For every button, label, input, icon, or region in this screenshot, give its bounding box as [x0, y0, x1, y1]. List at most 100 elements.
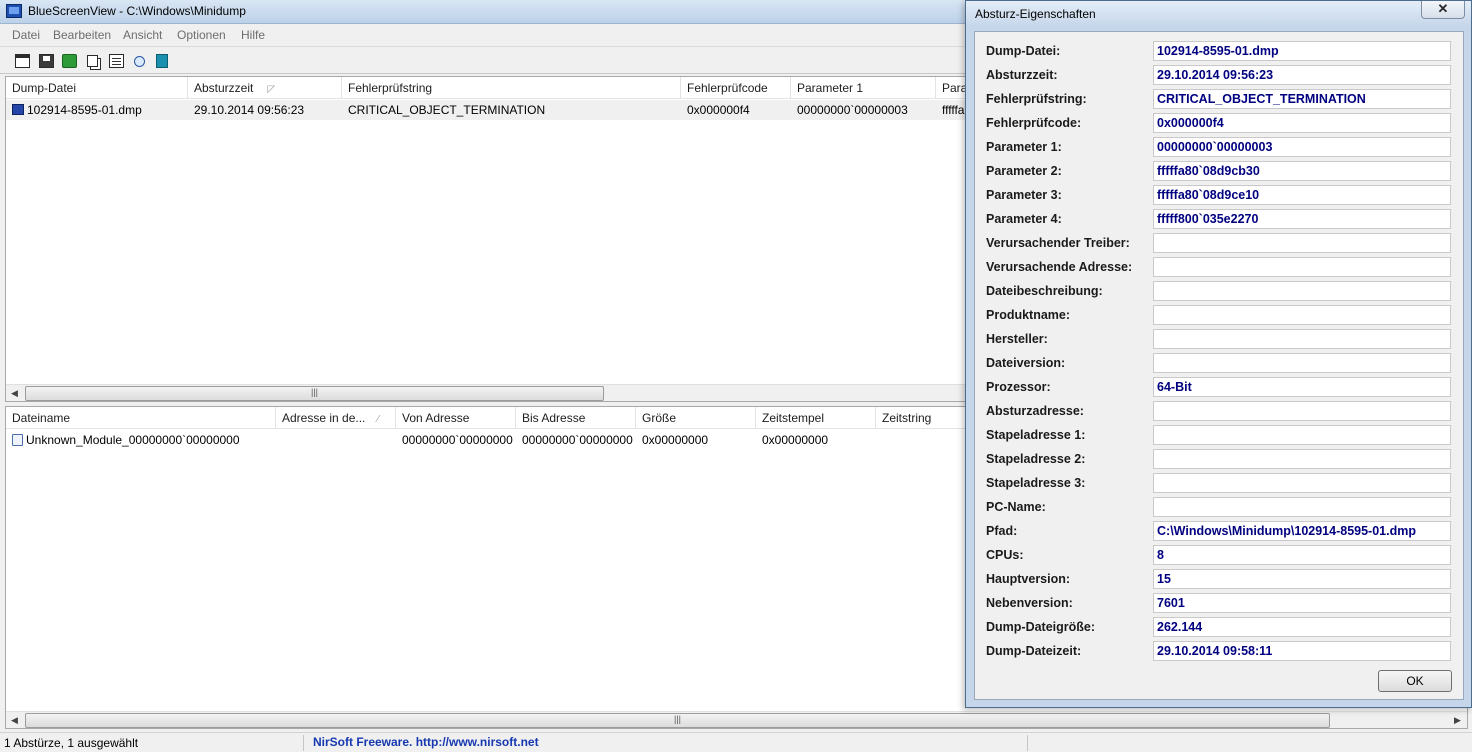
- dialog-titlebar[interactable]: Absturz-Eigenschaften ✕: [966, 1, 1471, 27]
- property-value-field[interactable]: CRITICAL_OBJECT_TERMINATION: [1153, 89, 1451, 109]
- property-row: Fehlerprüfstring: CRITICAL_OBJECT_TERMINA…: [975, 89, 1463, 109]
- cell-crash-time: 29.10.2014 09:56:23: [194, 103, 305, 117]
- property-value-field[interactable]: 102914-8595-01.dmp: [1153, 41, 1451, 61]
- property-value-field[interactable]: [1153, 257, 1451, 277]
- property-value-field[interactable]: C:\Windows\Minidump\102914-8595-01.dmp: [1153, 521, 1451, 541]
- cell-address-in: [276, 430, 396, 450]
- property-label: Parameter 1:: [986, 140, 1062, 154]
- save-button[interactable]: [36, 51, 56, 71]
- property-value-field[interactable]: [1153, 329, 1451, 349]
- status-bar: 1 Abstürze, 1 ausgewählt NirSoft Freewar…: [0, 732, 1472, 752]
- column-label: Adresse in de...: [282, 411, 366, 425]
- property-label: Parameter 4:: [986, 212, 1062, 226]
- property-row: Dump-Dateizeit: 29.10.2014 09:58:11: [975, 641, 1463, 661]
- property-value-field[interactable]: 00000000`00000003: [1153, 137, 1451, 157]
- property-value-field[interactable]: fffffa80`08d9ce10: [1153, 185, 1451, 205]
- ok-button[interactable]: OK: [1378, 670, 1452, 692]
- property-label: PC-Name:: [986, 500, 1046, 514]
- property-row: Dateibeschreibung:: [975, 281, 1463, 301]
- property-value-field[interactable]: [1153, 425, 1451, 445]
- properties-button[interactable]: [106, 51, 126, 71]
- property-row: Stapeladresse 3:: [975, 473, 1463, 493]
- crash-list[interactable]: Dump-Datei Absturzzeit ◸ Fehlerprüfstring…: [5, 76, 970, 402]
- nirsoft-link[interactable]: NirSoft Freeware. http://www.nirsoft.net: [313, 735, 539, 749]
- refresh-button[interactable]: [59, 51, 79, 71]
- property-label: Absturzzeit:: [986, 68, 1058, 82]
- column-absturzzeit[interactable]: Absturzzeit ◸: [188, 77, 342, 99]
- column-fehlerpruefstring[interactable]: Fehlerprüfstring: [342, 77, 681, 99]
- property-value-field[interactable]: [1153, 473, 1451, 493]
- column-dateiname[interactable]: Dateiname: [6, 407, 276, 429]
- status-count: 1 Abstürze, 1 ausgewählt: [4, 736, 139, 750]
- column-von-adresse[interactable]: Von Adresse: [396, 407, 516, 429]
- scroll-right-icon[interactable]: ▶: [1449, 712, 1466, 728]
- property-value-field[interactable]: fffff800`035e2270: [1153, 209, 1451, 229]
- column-groesse[interactable]: Größe: [636, 407, 756, 429]
- property-value-field[interactable]: 64-Bit: [1153, 377, 1451, 397]
- column-label: Bis Adresse: [522, 411, 586, 425]
- property-value-field[interactable]: [1153, 281, 1451, 301]
- column-parameter-1[interactable]: Parameter 1: [791, 77, 936, 99]
- copy-button[interactable]: [82, 51, 102, 71]
- menu-hilfe[interactable]: Hilfe: [241, 28, 265, 42]
- column-label: Von Adresse: [402, 411, 470, 425]
- property-value-field[interactable]: 262.144: [1153, 617, 1451, 637]
- property-value-field[interactable]: [1153, 449, 1451, 469]
- table-row[interactable]: 102914-8595-01.dmp 29.10.2014 09:56:23 C…: [6, 100, 969, 120]
- bluescreen-app-icon: [6, 4, 22, 18]
- property-row: Dateiversion:: [975, 353, 1463, 373]
- property-value-field[interactable]: 29.10.2014 09:56:23: [1153, 65, 1451, 85]
- window-icon: [14, 54, 30, 68]
- close-button[interactable]: ✕: [1421, 1, 1465, 19]
- scroll-left-icon[interactable]: ◀: [6, 385, 23, 401]
- property-value-field[interactable]: 8: [1153, 545, 1451, 565]
- column-label: Fehlerprüfcode: [687, 81, 768, 95]
- property-row: Hersteller:: [975, 329, 1463, 349]
- property-value-field[interactable]: [1153, 497, 1451, 517]
- crash-list-scrollbar[interactable]: ◀ |||: [6, 384, 969, 401]
- property-value-field[interactable]: 7601: [1153, 593, 1451, 613]
- dialog-title: Absturz-Eigenschaften: [975, 7, 1096, 21]
- find-button[interactable]: [129, 51, 149, 71]
- crash-properties-dialog: Absturz-Eigenschaften ✕ Dump-Datei: 10291…: [965, 0, 1472, 708]
- property-value-field[interactable]: [1153, 305, 1451, 325]
- column-zeitstempel[interactable]: Zeitstempel: [756, 407, 876, 429]
- property-row: Nebenversion: 7601: [975, 593, 1463, 613]
- cell-size: 0x00000000: [642, 433, 709, 447]
- dump-file-text: 102914-8595-01.dmp: [27, 103, 142, 117]
- exit-button[interactable]: [152, 51, 172, 71]
- property-label: Hersteller:: [986, 332, 1048, 346]
- property-value-field[interactable]: 0x000000f4: [1153, 113, 1451, 133]
- property-value-field[interactable]: [1153, 233, 1451, 253]
- property-row: Fehlerprüfcode: 0x000000f4: [975, 113, 1463, 133]
- module-list-scrollbar[interactable]: ◀ ||| ▶: [6, 711, 1467, 728]
- column-dump-datei[interactable]: Dump-Datei: [6, 77, 188, 99]
- property-row: CPUs: 8: [975, 545, 1463, 565]
- column-adresse-in[interactable]: Adresse in de... ⁄: [276, 407, 396, 429]
- column-bis-adresse[interactable]: Bis Adresse: [516, 407, 636, 429]
- cell-bugcheck-string: CRITICAL_OBJECT_TERMINATION: [348, 103, 546, 117]
- html-report-button[interactable]: [12, 51, 32, 71]
- column-label: Para: [942, 81, 968, 95]
- scrollbar-thumb[interactable]: |||: [25, 713, 1330, 728]
- column-fehlerpruefcode[interactable]: Fehlerprüfcode: [681, 77, 791, 99]
- property-label: Nebenversion:: [986, 596, 1073, 610]
- property-label: Hauptversion:: [986, 572, 1071, 586]
- scrollbar-thumb[interactable]: |||: [25, 386, 604, 401]
- column-label: Absturzzeit: [194, 81, 254, 95]
- scroll-left-icon[interactable]: ◀: [6, 712, 23, 728]
- column-label: Zeitstempel: [762, 411, 825, 425]
- refresh-icon: [61, 54, 77, 68]
- menu-datei[interactable]: Datei: [12, 28, 40, 42]
- property-value-field[interactable]: 15: [1153, 569, 1451, 589]
- property-value-field[interactable]: [1153, 353, 1451, 373]
- property-row: Verursachender Treiber:: [975, 233, 1463, 253]
- property-value-field[interactable]: [1153, 401, 1451, 421]
- window-title: BlueScreenView - C:\Windows\Minidump: [28, 4, 246, 18]
- property-row: Verursachende Adresse:: [975, 257, 1463, 277]
- menu-ansicht[interactable]: Ansicht: [123, 28, 162, 42]
- menu-bearbeiten[interactable]: Bearbeiten: [53, 28, 111, 42]
- property-value-field[interactable]: fffffa80`08d9cb30: [1153, 161, 1451, 181]
- property-value-field[interactable]: 29.10.2014 09:58:11: [1153, 641, 1451, 661]
- menu-optionen[interactable]: Optionen: [177, 28, 226, 42]
